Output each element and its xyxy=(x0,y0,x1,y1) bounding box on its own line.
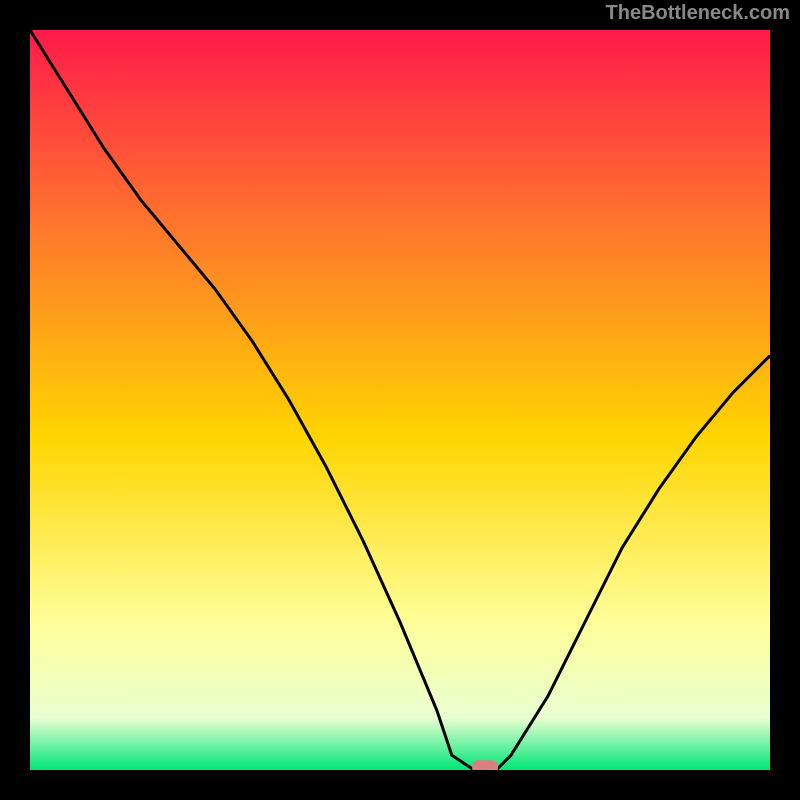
optimal-marker xyxy=(472,760,498,770)
watermark-text: TheBottleneck.com xyxy=(606,2,790,25)
bottleneck-chart xyxy=(30,30,770,770)
chart-container: TheBottleneck.com xyxy=(0,0,800,800)
plot-area xyxy=(30,30,770,770)
gradient-background xyxy=(30,30,770,770)
